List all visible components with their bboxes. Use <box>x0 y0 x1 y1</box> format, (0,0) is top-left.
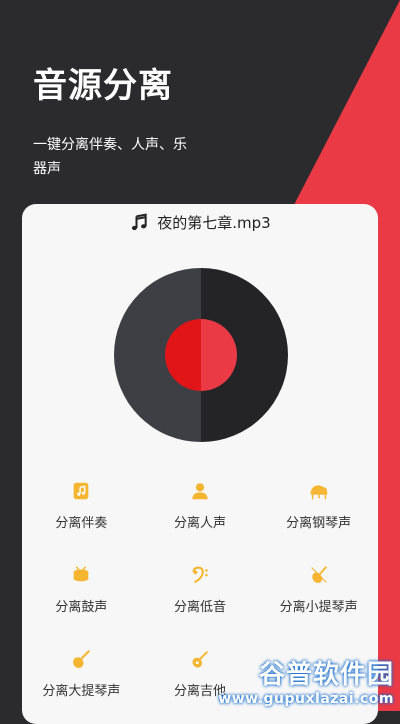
piano-icon <box>310 485 327 500</box>
vinyl-disc[interactable] <box>114 268 288 442</box>
separation-card: 夜的第七章.mp3 分离伴奏 分离人声 分离钢琴声 分离鼓声 分离低音 分离小提… <box>22 204 378 724</box>
option-label: 分离大提琴声 <box>42 684 121 699</box>
option-label: 分离小提琴声 <box>279 600 358 615</box>
option-piano[interactable]: 分离钢琴声 <box>259 480 378 540</box>
cello-icon <box>73 650 91 669</box>
site-watermark: 谷普软件园 www.gupuxlazai.com <box>218 654 394 707</box>
person-icon <box>192 483 208 500</box>
bass-clef-icon <box>192 566 208 584</box>
option-label: 分离伴奏 <box>55 516 108 531</box>
watermark-name: 谷普软件园 <box>258 660 394 690</box>
page-subtitle: 一键分离伴奏、人声、乐器声 <box>33 137 187 177</box>
option-vocals[interactable]: 分离人声 <box>141 480 260 540</box>
file-name: 夜的第七章.mp3 <box>157 214 271 232</box>
guitar-icon <box>192 651 208 668</box>
option-label: 分离钢琴声 <box>286 516 352 531</box>
violin-icon <box>310 566 327 583</box>
option-drums[interactable]: 分离鼓声 <box>22 564 141 624</box>
drum-icon <box>73 566 89 582</box>
option-accompaniment[interactable]: 分离伴奏 <box>22 480 141 540</box>
option-bass[interactable]: 分离低音 <box>141 564 260 624</box>
music-note-icon <box>132 212 147 230</box>
file-name-row[interactable]: 夜的第七章.mp3 <box>22 212 378 233</box>
disc-center-label <box>165 319 237 391</box>
option-cello[interactable]: 分离大提琴声 <box>22 648 141 708</box>
watermark-url: www.gupuxlazai.com <box>218 691 394 707</box>
music-file-icon <box>73 482 89 500</box>
option-label: 分离人声 <box>173 516 226 531</box>
option-violin[interactable]: 分离小提琴声 <box>259 564 378 624</box>
page-title: 音源分离 <box>33 66 173 106</box>
option-label: 分离鼓声 <box>55 600 108 615</box>
option-label: 分离低音 <box>173 600 226 615</box>
